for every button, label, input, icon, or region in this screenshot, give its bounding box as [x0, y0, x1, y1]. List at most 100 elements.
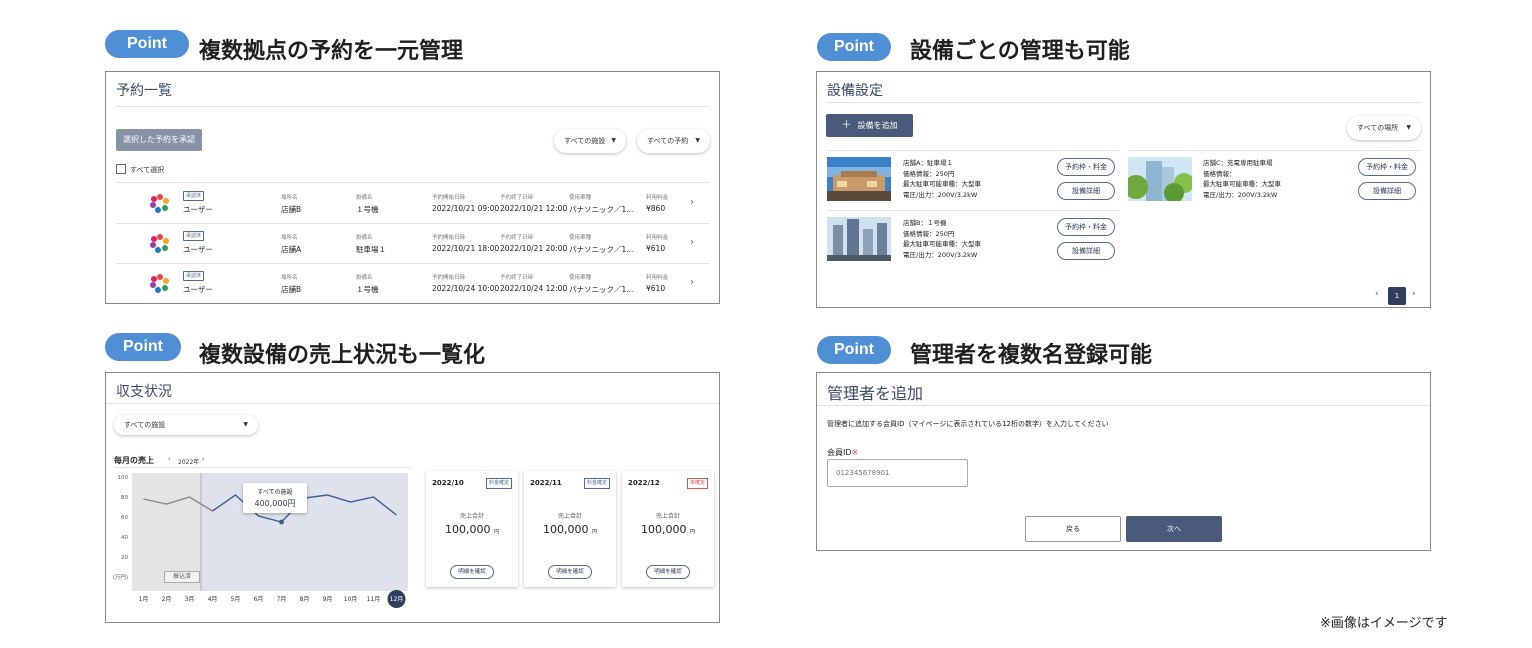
- user-avatar-icon: [150, 234, 169, 253]
- x-tick-label: 2月: [162, 596, 172, 603]
- info-line: 電圧/出力：200V/3.2kW: [903, 250, 978, 259]
- info-line: 最大駐車可能車種：大型車: [903, 180, 981, 188]
- reservation-row[interactable]: 承認済 ユーザー 場所名 店舗B 設備名 １号機 予約開始日時 2022/10/21 …: [106, 184, 719, 224]
- card-month: 2022/10: [432, 479, 464, 487]
- equipment-settings-panel: 設備設定 ＋ 設備を追加 すべての場所 ▼ 店舗A：駐車場１ 価格情報：250円 最…: [816, 71, 1431, 308]
- cell-vehicle: パナソニック／1...: [569, 205, 634, 214]
- next-page-icon[interactable]: ›: [1412, 289, 1416, 299]
- prev-year-icon[interactable]: ‹: [168, 455, 171, 463]
- amount-value: 100,000: [444, 523, 491, 536]
- status-badge: 料金確定: [485, 478, 512, 489]
- amount-value: 100,000: [542, 523, 589, 536]
- column-label: 設備名: [356, 195, 373, 201]
- tooltip-value: 400,000円: [254, 499, 296, 508]
- point-badge-2: Point: [817, 33, 891, 61]
- slot-price-button[interactable]: 予約枠・料金: [1057, 158, 1115, 176]
- equipment-info-c: 店舗C：充電専用駐車場 価格情報： 最大駐車可能車種：大型車 電圧/出力：200…: [1203, 158, 1281, 200]
- column-label: 利用料金: [646, 195, 669, 201]
- info-line: 電圧/出力：200V/3.2kW: [903, 190, 978, 199]
- equipment-detail-button[interactable]: 設備詳細: [1057, 182, 1115, 200]
- card-amount: 100,000 円: [524, 523, 616, 536]
- cell-equipment: １号機: [356, 285, 379, 294]
- cell-place: 店舗B: [281, 205, 302, 214]
- next-year-icon[interactable]: ›: [202, 455, 205, 463]
- reservation-filter-dropdown[interactable]: すべての予約 ▼: [637, 129, 710, 153]
- view-detail-button[interactable]: 明細を確認: [548, 565, 592, 579]
- sales-status-panel: 収支状況 すべての施設 ▼ 毎月の売上 ‹ 2022年 › 100 80 60 40 20…: [105, 372, 720, 623]
- slot-price-button[interactable]: 予約枠・料金: [1358, 158, 1416, 176]
- store-b-photo: [827, 217, 891, 261]
- chevron-right-icon[interactable]: ›: [690, 237, 694, 248]
- cell-equipment: 駐車場１: [356, 245, 386, 254]
- column-label: 予約終了日時: [500, 235, 534, 241]
- panel-title: 管理者を追加: [827, 384, 924, 403]
- field-label: 会員ID: [827, 448, 852, 457]
- divider: [827, 210, 1119, 211]
- cell-start: 2022/10/24 10:00: [432, 284, 500, 293]
- divider: [106, 403, 719, 404]
- store-c-photo: [1128, 157, 1192, 201]
- point-badge-3: Point: [105, 333, 181, 361]
- equipment-detail-button[interactable]: 設備詳細: [1358, 182, 1416, 200]
- page-number-button[interactable]: 1: [1388, 287, 1406, 305]
- caret-down-icon: ▼: [1406, 124, 1411, 131]
- place-filter-dropdown[interactable]: すべての場所 ▼: [1347, 116, 1421, 140]
- cell-vehicle: パナソニック／1...: [569, 285, 634, 294]
- info-line: 最大駐車可能車種：大型車: [1203, 180, 1281, 188]
- x-tick-label: 1月: [139, 596, 149, 603]
- sales-card-dec: 2022/12 未確定 売上合計 100,000 円 明細を確認: [622, 471, 714, 587]
- caret-down-icon: ▼: [695, 137, 700, 144]
- equipment-info-b: 店舗B：１号機 価格情報：250円 最大駐車可能車種：大型車 電圧/出力：200…: [903, 218, 981, 260]
- x-tick-label: 6月: [254, 596, 264, 603]
- divider: [1128, 150, 1421, 151]
- next-button[interactable]: 次へ: [1126, 516, 1222, 542]
- heading-admin: 管理者を複数名登録可能: [910, 343, 1153, 368]
- approval-badge: 承認済: [183, 191, 205, 201]
- cell-fee: ¥610: [646, 244, 666, 253]
- view-detail-button[interactable]: 明細を確認: [450, 565, 494, 579]
- reservation-list-panel: 予約一覧 選択した予約を承認 すべての施設 ▼ すべての予約 ▼ すべて選択 承認済…: [105, 71, 720, 304]
- card-month: 2022/11: [530, 479, 562, 487]
- x-tick-label: 5月: [231, 596, 241, 603]
- add-equipment-label: 設備を追加: [857, 121, 898, 130]
- equipment-detail-button[interactable]: 設備詳細: [1057, 242, 1115, 260]
- divider: [817, 405, 1430, 406]
- dropdown-label: すべての施設: [124, 421, 166, 429]
- divider: [116, 106, 710, 107]
- amount-unit: 円: [689, 529, 695, 535]
- info-line: 店舗A：駐車場１: [903, 159, 953, 167]
- add-equipment-button[interactable]: ＋ 設備を追加: [826, 114, 913, 137]
- chevron-right-icon[interactable]: ›: [690, 197, 694, 208]
- amount-unit: 円: [591, 529, 597, 535]
- cell-equipment: １号機: [356, 205, 379, 214]
- tooltip-title: すべての施設: [257, 489, 293, 496]
- sales-facility-dropdown[interactable]: すべての施設 ▼: [114, 415, 258, 435]
- view-detail-button[interactable]: 明細を確認: [646, 565, 690, 579]
- equipment-info-a: 店舗A：駐車場１ 価格情報：250円 最大駐車可能車種：大型車 電圧/出力：20…: [903, 158, 981, 200]
- member-id-input[interactable]: [827, 459, 968, 487]
- approve-selected-button[interactable]: 選択した予約を承認: [116, 129, 202, 151]
- slot-price-button[interactable]: 予約枠・料金: [1057, 218, 1115, 236]
- heading-multi-site: 複数拠点の予約を一元管理: [199, 39, 464, 64]
- cell-end: 2022/10/21 12:00: [500, 204, 568, 213]
- add-admin-panel: 管理者を追加 管理者に追加する会員ID（マイページに表示されている12桁の数字）…: [816, 372, 1431, 551]
- user-name: ユーザー: [183, 205, 213, 214]
- sales-card-nov: 2022/11 料金確定 売上合計 100,000 円 明細を確認: [524, 471, 616, 587]
- y-tick-label: 60: [121, 515, 128, 521]
- prev-page-icon[interactable]: ‹: [1375, 289, 1379, 299]
- facility-filter-dropdown[interactable]: すべての施設 ▼: [554, 129, 626, 153]
- card-label: 売上合計: [655, 513, 680, 520]
- column-label: 設備名: [356, 235, 373, 241]
- back-button[interactable]: 戻る: [1025, 516, 1121, 542]
- reservation-row[interactable]: 承認済 ユーザー 場所名 店舗B 設備名 １号機 予約開始日時 2022/10/24 …: [106, 264, 719, 303]
- dropdown-label: すべての場所: [1357, 124, 1399, 132]
- select-all-checkbox[interactable]: [116, 164, 126, 174]
- info-line: 価格情報：250円: [903, 169, 955, 178]
- reservation-row[interactable]: 承認済 ユーザー 場所名 店舗A 設備名 駐車場１ 予約開始日時 2022/10/21…: [106, 224, 719, 264]
- panel-title: 設備設定: [827, 83, 883, 99]
- chevron-right-icon[interactable]: ›: [690, 277, 694, 288]
- info-line: 最大駐車可能車種：大型車: [903, 240, 981, 248]
- panel-title: 収支状況: [116, 384, 172, 400]
- cell-start: 2022/10/21 18:00: [432, 244, 500, 253]
- column-label: 予約開始日時: [432, 195, 466, 201]
